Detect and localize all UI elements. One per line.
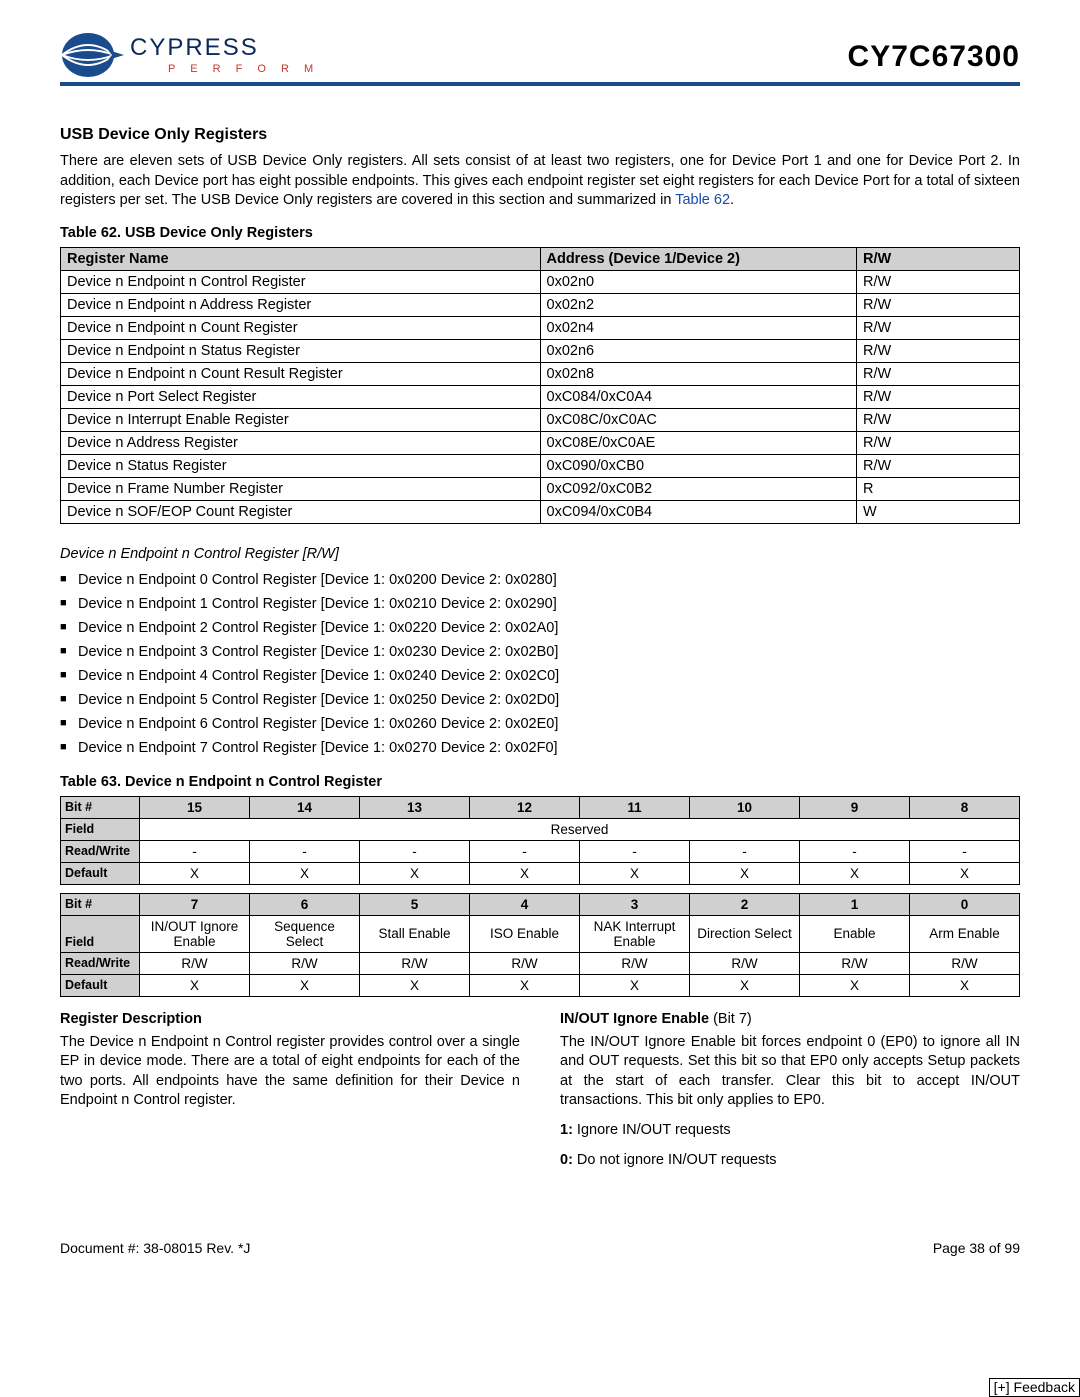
logo-tagline: P E R F O R M bbox=[168, 64, 319, 75]
register-description-text: The Device n Endpoint n Control register… bbox=[60, 1033, 520, 1111]
list-item: Device n Endpoint 6 Control Register [De… bbox=[60, 716, 1020, 732]
table63-lower: Bit # 7 6 5 4 3 2 1 0 Field IN/OUT Ignor… bbox=[60, 893, 1020, 997]
list-item: Device n Endpoint 5 Control Register [De… bbox=[60, 692, 1020, 708]
table-row: Device n Endpoint n Address Register0x02… bbox=[61, 293, 1020, 316]
intro-end: . bbox=[730, 192, 734, 208]
option-1: 1: Ignore IN/OUT requests bbox=[560, 1121, 1020, 1141]
table-row: Device n Status Register0xC090/0xCB0R/W bbox=[61, 454, 1020, 477]
list-item: Device n Endpoint 4 Control Register [De… bbox=[60, 668, 1020, 684]
table-row: Device n Address Register0xC08E/0xC0AER/… bbox=[61, 431, 1020, 454]
default-label: Default bbox=[61, 862, 140, 884]
intro-text: There are eleven sets of USB Device Only… bbox=[60, 153, 1020, 208]
table62-link[interactable]: Table 62 bbox=[675, 192, 730, 208]
reserved-field: Reserved bbox=[140, 818, 1020, 840]
th-name: Register Name bbox=[61, 247, 541, 270]
section-title: USB Device Only Registers bbox=[60, 126, 1020, 144]
list-item: Device n Endpoint 3 Control Register [De… bbox=[60, 644, 1020, 660]
inout-ignore-text: The IN/OUT Ignore Enable bit forces endp… bbox=[560, 1033, 1020, 1111]
register-description-title: Register Description bbox=[60, 1011, 520, 1027]
th-addr: Address (Device 1/Device 2) bbox=[540, 247, 856, 270]
inout-ignore-title: IN/OUT Ignore Enable (Bit 7) bbox=[560, 1011, 1020, 1027]
endpoint-list: Device n Endpoint 0 Control Register [De… bbox=[60, 572, 1020, 756]
feedback-button[interactable]: [+] Feedback bbox=[989, 1378, 1080, 1397]
table62: Register Name Address (Device 1/Device 2… bbox=[60, 247, 1020, 524]
list-item: Device n Endpoint 2 Control Register [De… bbox=[60, 620, 1020, 636]
list-item: Device n Endpoint 1 Control Register [De… bbox=[60, 596, 1020, 612]
table-row: Device n Frame Number Register0xC092/0xC… bbox=[61, 477, 1020, 500]
description-columns: Register Description The Device n Endpoi… bbox=[60, 1011, 1020, 1180]
list-item: Device n Endpoint 0 Control Register [De… bbox=[60, 572, 1020, 588]
table63-caption: Table 63. Device n Endpoint n Control Re… bbox=[60, 774, 1020, 790]
page-footer: Document #: 38-08015 Rev. *J Page 38 of … bbox=[60, 1240, 1020, 1256]
table63-upper: Bit # 15 14 13 12 11 10 9 8 Field Reserv… bbox=[60, 796, 1020, 885]
table-row: Device n Endpoint n Status Register0x02n… bbox=[61, 339, 1020, 362]
option-0: 0: Do not ignore IN/OUT requests bbox=[560, 1151, 1020, 1171]
page-header: CYPRESS P E R F O R M CY7C67300 bbox=[60, 30, 1020, 86]
table62-caption: Table 62. USB Device Only Registers bbox=[60, 225, 1020, 241]
logo: CYPRESS P E R F O R M bbox=[60, 30, 319, 80]
field-label: Field bbox=[61, 818, 140, 840]
table-header-row: Register Name Address (Device 1/Device 2… bbox=[61, 247, 1020, 270]
page-number: Page 38 of 99 bbox=[933, 1240, 1020, 1256]
table-row: Device n Endpoint n Count Register0x02n4… bbox=[61, 316, 1020, 339]
table-row: Device n Interrupt Enable Register0xC08C… bbox=[61, 408, 1020, 431]
bit-label: Bit # bbox=[61, 796, 140, 818]
rw-label: Read/Write bbox=[61, 840, 140, 862]
control-register-subheading: Device n Endpoint n Control Register [R/… bbox=[60, 546, 1020, 562]
table-row: Device n Endpoint n Control Register0x02… bbox=[61, 270, 1020, 293]
doc-number: Document #: 38-08015 Rev. *J bbox=[60, 1240, 250, 1256]
th-rw: R/W bbox=[856, 247, 1019, 270]
table-row: Device n SOF/EOP Count Register0xC094/0x… bbox=[61, 500, 1020, 523]
table-row: Device n Port Select Register0xC084/0xC0… bbox=[61, 385, 1020, 408]
list-item: Device n Endpoint 7 Control Register [De… bbox=[60, 740, 1020, 756]
part-number: CY7C67300 bbox=[848, 40, 1020, 74]
logo-name: CYPRESS bbox=[130, 36, 319, 60]
globe-icon bbox=[60, 30, 124, 80]
table-row: Device n Endpoint n Count Result Registe… bbox=[61, 362, 1020, 385]
section-intro: There are eleven sets of USB Device Only… bbox=[60, 152, 1020, 211]
